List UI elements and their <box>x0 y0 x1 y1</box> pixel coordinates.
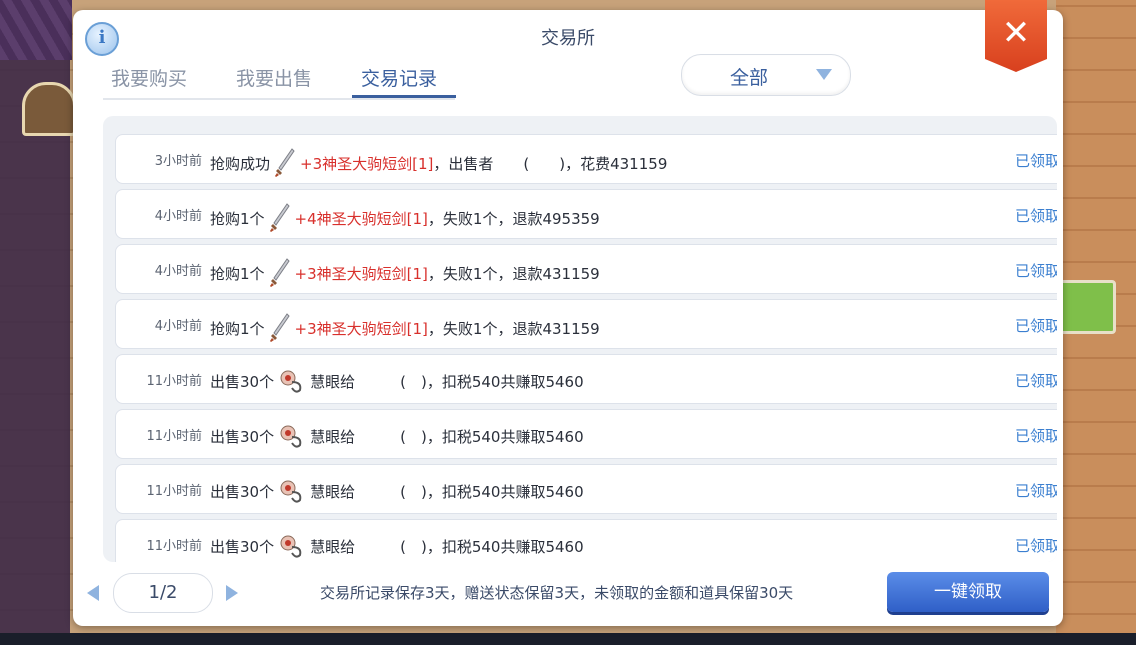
pendant-icon <box>278 368 306 396</box>
record-action: 抢购成功 <box>210 155 271 173</box>
pendant-icon <box>278 533 306 561</box>
record-row: 4小时前 抢购1个 +3神圣大驹短剑[1]，失败1个，退款431159 已领取 <box>115 299 1057 349</box>
record-text: 出售30个 慧眼给 ( )，扣税540共赚取5460 <box>210 423 584 451</box>
record-item-name: 慧眼给 <box>310 483 356 501</box>
record-row: 11小时前 出售30个 慧眼给 ( )，扣税540共赚取5460 已领取 <box>115 354 1057 404</box>
background-window <box>22 82 76 136</box>
record-detail: ( )，扣税540共赚取5460 <box>355 483 584 501</box>
dagger-icon <box>269 203 291 233</box>
page-indicator: 1/2 <box>113 573 213 613</box>
record-action: 出售30个 <box>210 538 275 556</box>
retention-note: 交易所记录保存3天，赠送状态保留3天，未领取的金额和道具保留30天 <box>320 584 794 602</box>
record-row: 11小时前 出售30个 慧眼给 ( )，扣税540共赚取5460 已领取 <box>115 409 1057 459</box>
close-button[interactable]: ✕ <box>985 0 1047 72</box>
tab-buy[interactable]: 我要购买 <box>111 64 187 91</box>
close-icon: ✕ <box>1001 13 1031 53</box>
chevron-down-icon <box>816 69 832 80</box>
tab-bar: 我要购买 我要出售 交易记录 <box>103 62 456 100</box>
record-text: 出售30个 慧眼给 ( )，扣税540共赚取5460 <box>210 368 584 396</box>
record-item-name: 慧眼给 <box>310 373 356 391</box>
record-detail: ( )，扣税540共赚取5460 <box>355 373 584 391</box>
record-action: 抢购1个 <box>210 320 265 338</box>
pendant-icon <box>278 423 306 451</box>
record-detail: ( )，扣税540共赚取5460 <box>355 428 584 446</box>
record-row: 11小时前 出售30个 慧眼给 ( )，扣税540共赚取5460 已领取 <box>115 519 1057 562</box>
background-roof <box>0 0 72 60</box>
record-row: 11小时前 出售30个 慧眼给 ( )，扣税540共赚取5460 已领取 <box>115 464 1057 514</box>
record-item-name: 慧眼给 <box>310 538 356 556</box>
record-time: 4小时前 <box>154 264 202 279</box>
filter-selected-value: 全部 <box>730 67 769 89</box>
record-text: 抢购成功 +3神圣大驹短剑[1]，出售者 ( )，花费431159 <box>210 148 667 178</box>
record-detail: ，失败1个，退款431159 <box>427 265 600 283</box>
background-planter <box>1054 280 1116 334</box>
active-tab-indicator <box>352 95 456 98</box>
record-time: 11小时前 <box>146 539 202 554</box>
exchange-panel: i 交易所 ✕ 我要购买 我要出售 交易记录 全部 3小时前 抢购成功 +3神圣大驹… <box>73 0 1063 626</box>
record-detail: ，出售者 ( )，花费431159 <box>433 155 668 173</box>
record-time: 4小时前 <box>154 319 202 334</box>
record-action: 出售30个 <box>210 483 275 501</box>
record-time: 11小时前 <box>146 374 202 389</box>
record-row: 3小时前 抢购成功 +3神圣大驹短剑[1]，出售者 ( )，花费431159 已领取 <box>115 134 1057 184</box>
record-item-name: +3神圣大驹短剑[1] <box>294 320 428 338</box>
record-action: 出售30个 <box>210 428 275 446</box>
claimed-status[interactable]: 已领取 <box>1015 260 1057 281</box>
record-time: 11小时前 <box>146 429 202 444</box>
records-list[interactable]: 3小时前 抢购成功 +3神圣大驹短剑[1]，出售者 ( )，花费431159 已领取 4… <box>103 116 1057 562</box>
record-text: 出售30个 慧眼给 ( )，扣税540共赚取5460 <box>210 533 584 561</box>
record-text: 出售30个 慧眼给 ( )，扣税540共赚取5460 <box>210 478 584 506</box>
background-bottom-bar <box>0 633 1136 645</box>
claimed-status[interactable]: 已领取 <box>1015 480 1057 501</box>
record-text: 抢购1个 +3神圣大驹短剑[1]，失败1个，退款431159 <box>210 313 600 343</box>
record-text: 抢购1个 +3神圣大驹短剑[1]，失败1个，退款431159 <box>210 258 600 288</box>
claimed-status[interactable]: 已领取 <box>1015 370 1057 391</box>
record-time: 4小时前 <box>154 209 202 224</box>
claimed-status[interactable]: 已领取 <box>1015 205 1057 226</box>
record-action: 出售30个 <box>210 373 275 391</box>
dagger-icon <box>269 313 291 343</box>
record-detail: ，失败1个，退款495359 <box>427 210 600 228</box>
record-item-name: +4神圣大驹短剑[1] <box>294 210 428 228</box>
tab-sell[interactable]: 我要出售 <box>236 64 312 91</box>
claim-all-button[interactable]: 一键领取 <box>887 572 1049 612</box>
record-action: 抢购1个 <box>210 210 265 228</box>
next-page-icon[interactable] <box>226 585 238 601</box>
record-time: 11小时前 <box>146 484 202 499</box>
record-item-name: 慧眼给 <box>310 428 356 446</box>
dagger-icon <box>269 258 291 288</box>
dagger-icon <box>274 148 296 178</box>
tab-trade-records[interactable]: 交易记录 <box>361 64 437 91</box>
record-text: 抢购1个 +4神圣大驹短剑[1]，失败1个，退款495359 <box>210 203 600 233</box>
record-time: 3小时前 <box>154 154 202 169</box>
record-item-name: +3神圣大驹短剑[1] <box>300 155 434 173</box>
record-detail: ( )，扣税540共赚取5460 <box>355 538 584 556</box>
record-row: 4小时前 抢购1个 +3神圣大驹短剑[1]，失败1个，退款431159 已领取 <box>115 244 1057 294</box>
claimed-status[interactable]: 已领取 <box>1015 425 1057 446</box>
record-action: 抢购1个 <box>210 265 265 283</box>
claimed-status[interactable]: 已领取 <box>1015 535 1057 556</box>
claimed-status[interactable]: 已领取 <box>1015 315 1057 336</box>
record-detail: ，失败1个，退款431159 <box>427 320 600 338</box>
claimed-status[interactable]: 已领取 <box>1015 150 1057 171</box>
window-title: 交易所 <box>541 28 595 49</box>
prev-page-icon[interactable] <box>87 585 99 601</box>
record-row: 4小时前 抢购1个 +4神圣大驹短剑[1]，失败1个，退款495359 已领取 <box>115 189 1057 239</box>
record-item-name: +3神圣大驹短剑[1] <box>294 265 428 283</box>
filter-dropdown[interactable]: 全部 <box>681 54 851 96</box>
pendant-icon <box>278 478 306 506</box>
